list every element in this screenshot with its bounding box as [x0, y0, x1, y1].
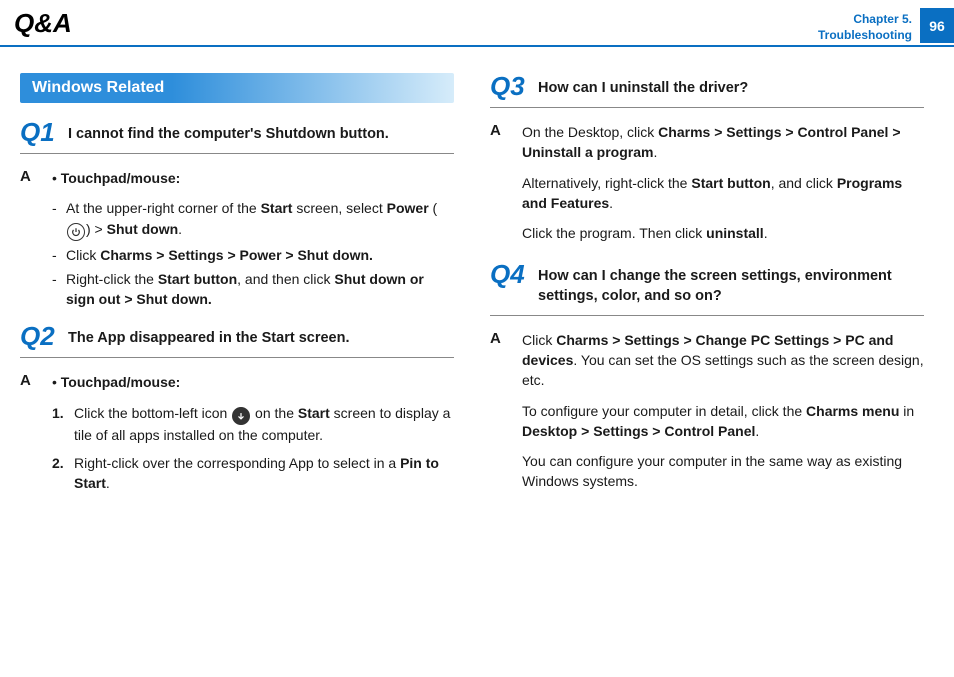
a1-subhead: • Touchpad/mouse:: [52, 168, 454, 188]
q2-text: The App disappeared in the Start screen.: [68, 323, 349, 349]
right-column: Q3 How can I uninstall the driver? A On …: [490, 73, 924, 510]
a3-p1: On the Desktop, click Charms > Settings …: [522, 122, 924, 163]
down-arrow-icon: [232, 407, 250, 425]
question-1: Q1 I cannot find the computer's Shutdown…: [20, 119, 454, 154]
chapter-line-2: Troubleshooting: [818, 28, 912, 44]
a1-body: • Touchpad/mouse: - At the upper-right c…: [52, 168, 454, 313]
question-2: Q2 The App disappeared in the Start scre…: [20, 323, 454, 358]
chapter-label: Chapter 5. Troubleshooting: [818, 8, 920, 43]
question-3: Q3 How can I uninstall the driver?: [490, 73, 924, 108]
chapter-line-1: Chapter 5.: [818, 12, 912, 28]
a3-label: A: [490, 122, 508, 139]
answer-4: A Click Charms > Settings > Change PC Se…: [490, 330, 924, 502]
answer-2: A • Touchpad/mouse: 1. Click the bottom-…: [20, 372, 454, 501]
section-heading: Windows Related: [20, 73, 454, 103]
a2-body: • Touchpad/mouse: 1. Click the bottom-le…: [52, 372, 454, 501]
a1-bullet-2: - Click Charms > Settings > Power > Shut…: [52, 245, 454, 265]
a3-body: On the Desktop, click Charms > Settings …: [522, 122, 924, 253]
content-columns: Windows Related Q1 I cannot find the com…: [0, 47, 954, 510]
page-header: Q&A Chapter 5. Troubleshooting 96: [0, 0, 954, 47]
q4-label: Q4: [490, 261, 528, 287]
question-4: Q4 How can I change the screen settings,…: [490, 261, 924, 315]
header-right: Chapter 5. Troubleshooting 96: [818, 8, 954, 43]
a2-subhead: • Touchpad/mouse:: [52, 372, 454, 392]
power-icon: [67, 223, 85, 241]
a3-p3: Click the program. Then click uninstall.: [522, 223, 924, 243]
a4-p2: To configure your computer in detail, cl…: [522, 401, 924, 442]
q1-text: I cannot find the computer's Shutdown bu…: [68, 119, 389, 145]
a1-bullet-1: - At the upper-right corner of the Start…: [52, 198, 454, 240]
left-column: Windows Related Q1 I cannot find the com…: [20, 73, 454, 510]
a3-p2: Alternatively, right-click the Start but…: [522, 173, 924, 214]
answer-3: A On the Desktop, click Charms > Setting…: [490, 122, 924, 253]
q2-label: Q2: [20, 323, 58, 349]
q3-text: How can I uninstall the driver?: [538, 73, 748, 99]
a4-body: Click Charms > Settings > Change PC Sett…: [522, 330, 924, 502]
page-title: Q&A: [14, 8, 72, 45]
a4-label: A: [490, 330, 508, 347]
q3-label: Q3: [490, 73, 528, 99]
answer-1: A • Touchpad/mouse: - At the upper-right…: [20, 168, 454, 313]
a4-p3: You can configure your computer in the s…: [522, 451, 924, 492]
a2-label: A: [20, 372, 38, 389]
a1-label: A: [20, 168, 38, 185]
a2-step-1: 1. Click the bottom-left icon on the Sta…: [52, 403, 454, 445]
a1-bullet-3: - Right-click the Start button, and then…: [52, 269, 454, 310]
q1-label: Q1: [20, 119, 58, 145]
a4-p1: Click Charms > Settings > Change PC Sett…: [522, 330, 924, 391]
q4-text: How can I change the screen settings, en…: [538, 261, 924, 306]
a2-step-2: 2. Right-click over the corresponding Ap…: [52, 453, 454, 494]
page-number: 96: [920, 8, 954, 43]
